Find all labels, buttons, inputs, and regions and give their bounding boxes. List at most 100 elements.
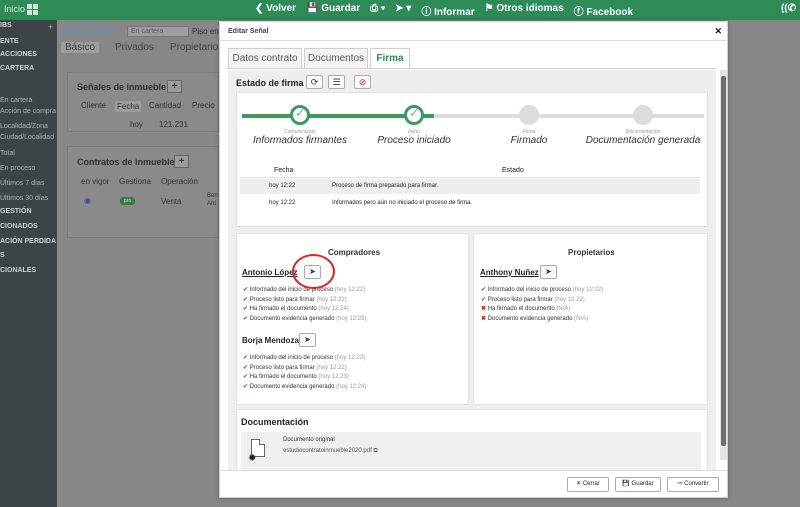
add-contrato-button[interactable]: + [174, 155, 189, 168]
event-text: Ha firmado el documento [249, 306, 317, 312]
step-label: Documentación generada [585, 135, 701, 146]
table-row: hoy 12:22 Proceso de firma preparado para… [240, 179, 700, 194]
person-name[interactable]: Anthony Nuñez [480, 268, 539, 277]
cross-icon: ✖ [481, 306, 488, 312]
sidebar-item[interactable]: Ciudad/Localidad [0, 134, 54, 141]
sidebar-item[interactable]: GESTIÓN [0, 208, 32, 215]
event-item: ✔ Proceso listo para firmar (hoy 12:22) [481, 296, 585, 303]
print-button[interactable]: ⎙ ▾ [370, 3, 385, 18]
col-gestiona: Gestiona [119, 177, 152, 186]
save-button[interactable]: 💾 Guardar [615, 477, 661, 492]
top-toolbar: Inicio ❮ Volver 💾 Guardar ⎙ ▾ ➤ ▾ ⓘ Info… [0, 0, 800, 20]
tab-datos-contrato[interactable]: Datos contrato [228, 48, 302, 69]
propietarios-title: Propietarios [568, 248, 615, 257]
sidebar-item[interactable]: ACIÓN PERDIDA [0, 238, 56, 245]
add-senal-button[interactable]: + [167, 80, 182, 93]
status-select[interactable]: En cartera [127, 26, 189, 37]
col-cliente: Cliente [81, 101, 106, 110]
scrollbar-thumb[interactable] [721, 76, 726, 446]
list-button[interactable]: ☰ [328, 75, 345, 89]
table-row: hoy 12:22 Informados pero aún no iniciado… [240, 196, 700, 211]
estado-firma-title: Estado de firma [236, 78, 304, 88]
event-item: ✔ Documento evidencia generado (hoy 12:2… [243, 383, 366, 390]
cancel-signature-button[interactable]: ⊘ [354, 75, 371, 89]
document-file-link[interactable]: estudiocontratoinmueble2020.pdf ⧉ [283, 448, 378, 455]
tab-privados[interactable]: Privados [115, 42, 154, 53]
tab-firma[interactable]: Firma [370, 48, 410, 69]
col-operacion: Operación [161, 177, 198, 186]
sidebar-item[interactable]: Últimos 7 días [0, 180, 44, 187]
step-label: Informados firmantes [253, 135, 347, 146]
row-date: hoy 12:22 [269, 200, 296, 206]
event-text: Informado del inicio de proceso [249, 355, 334, 361]
radio-icon[interactable]: ◉ [84, 196, 91, 205]
phone-icon[interactable]: ((✆ [781, 3, 796, 14]
close-icon[interactable]: ✕ [714, 26, 722, 37]
plus-icon[interactable]: + [48, 22, 53, 32]
check-icon: ✔ [243, 296, 250, 303]
facebook-button[interactable]: ⓕ Facebook [574, 3, 633, 18]
convert-button[interactable]: ⇨ Convertir [667, 477, 719, 492]
send-invite-button[interactable]: ➤ [299, 333, 316, 347]
sidebar-item[interactable]: ENTE [0, 38, 19, 45]
gear-icon[interactable]: ✹ [248, 453, 256, 464]
send-button[interactable]: ➤ ▾ [395, 3, 411, 18]
sidebar-item[interactable]: Últimos 30 días [0, 195, 48, 202]
sidebar-item[interactable]: CIONALES [0, 267, 36, 274]
close-button[interactable]: ✕ Cerrar [567, 477, 609, 492]
event-item: ✔ Proceso listo para firmar (hoy 12:22) [243, 296, 347, 303]
row-status: Proceso de firma preparado para firmar. [332, 183, 439, 189]
sidebar-item[interactable]: En cartera [0, 97, 32, 104]
inform-button[interactable]: ⓘ Informar [421, 3, 474, 18]
sidebar-item[interactable]: Localidad/Zona [0, 123, 48, 130]
sidebar-item[interactable]: Total [0, 150, 15, 157]
refresh-button[interactable]: ⟳ [306, 75, 323, 89]
col-fecha[interactable]: Fecha [115, 101, 142, 112]
scrollbar[interactable] [720, 70, 727, 460]
person-name[interactable]: Borja Mendoza [242, 336, 299, 345]
event-time: (hoy 12:22) [554, 296, 585, 303]
document-row: ✹ Documento original estudiocontratoinmu… [241, 432, 701, 470]
cell-gestor: Ben [207, 193, 218, 199]
back-button[interactable]: ❮ Volver [255, 3, 296, 18]
sidebar-item[interactable]: S [0, 252, 5, 259]
divider [220, 40, 727, 41]
step-dot [519, 105, 539, 125]
contratos-title: Contratos de inmueble [77, 157, 175, 167]
tab-basico[interactable]: Básico [61, 42, 100, 53]
tab-documentos[interactable]: Documentos [304, 48, 368, 69]
document-name: Documento original [283, 437, 335, 443]
sidebar-item[interactable]: ACCIONES [0, 51, 37, 58]
home-link[interactable]: Inicio [4, 4, 25, 14]
send-invite-button[interactable]: ➤ [540, 265, 557, 279]
apps-grid-icon[interactable] [27, 4, 38, 15]
row-status: Informados pero aún no iniciado el proce… [332, 200, 473, 206]
event-time: (hoy 12:22) [316, 296, 347, 303]
check-icon: ✔ [481, 296, 488, 303]
col-precio: Precio [192, 101, 215, 110]
event-time: (hoy 12:24) [336, 383, 367, 390]
background-tabs: Básico Privados Propietarios [61, 42, 223, 53]
sidebar-item[interactable]: En proceso [0, 165, 35, 172]
status-badge: pro [120, 197, 135, 205]
sidebar-item[interactable]: CARTERA [0, 65, 34, 72]
event-time: (N/A) [556, 306, 571, 312]
edit-senal-modal: Editar Señal ✕ Datos contrato Documentos… [219, 21, 728, 498]
document-file[interactable]: estudiocontratoinmueble2020.pdf [283, 448, 372, 454]
property-type: Piso en [192, 27, 219, 36]
event-item: ✔ Ha firmado el documento (hoy 12:24) [243, 305, 349, 312]
tab-propietarios[interactable]: Propietarios [170, 42, 223, 53]
checkmark-icon: ✓ [295, 105, 306, 120]
sidebar-item[interactable]: CIONADOS [0, 223, 38, 230]
sidebar-item[interactable]: IBS [0, 22, 12, 29]
event-text: Proceso listo para firmar [249, 364, 315, 371]
external-link-icon[interactable]: ⧉ [373, 448, 377, 454]
languages-button[interactable]: ⚑ Otros idiomas [485, 3, 564, 18]
event-text: Ha firmado el documento [487, 306, 555, 312]
event-item: ✔ Informado del inicio de proceso (hoy 1… [243, 354, 365, 361]
save-button[interactable]: 💾 Guardar [306, 3, 360, 18]
event-time: (hoy 12:22) [334, 355, 366, 361]
sidebar-item[interactable]: Acción de compra [0, 108, 56, 115]
person-name[interactable]: Antonio López [242, 268, 298, 277]
event-text: Documento evidencia generado [249, 383, 335, 390]
